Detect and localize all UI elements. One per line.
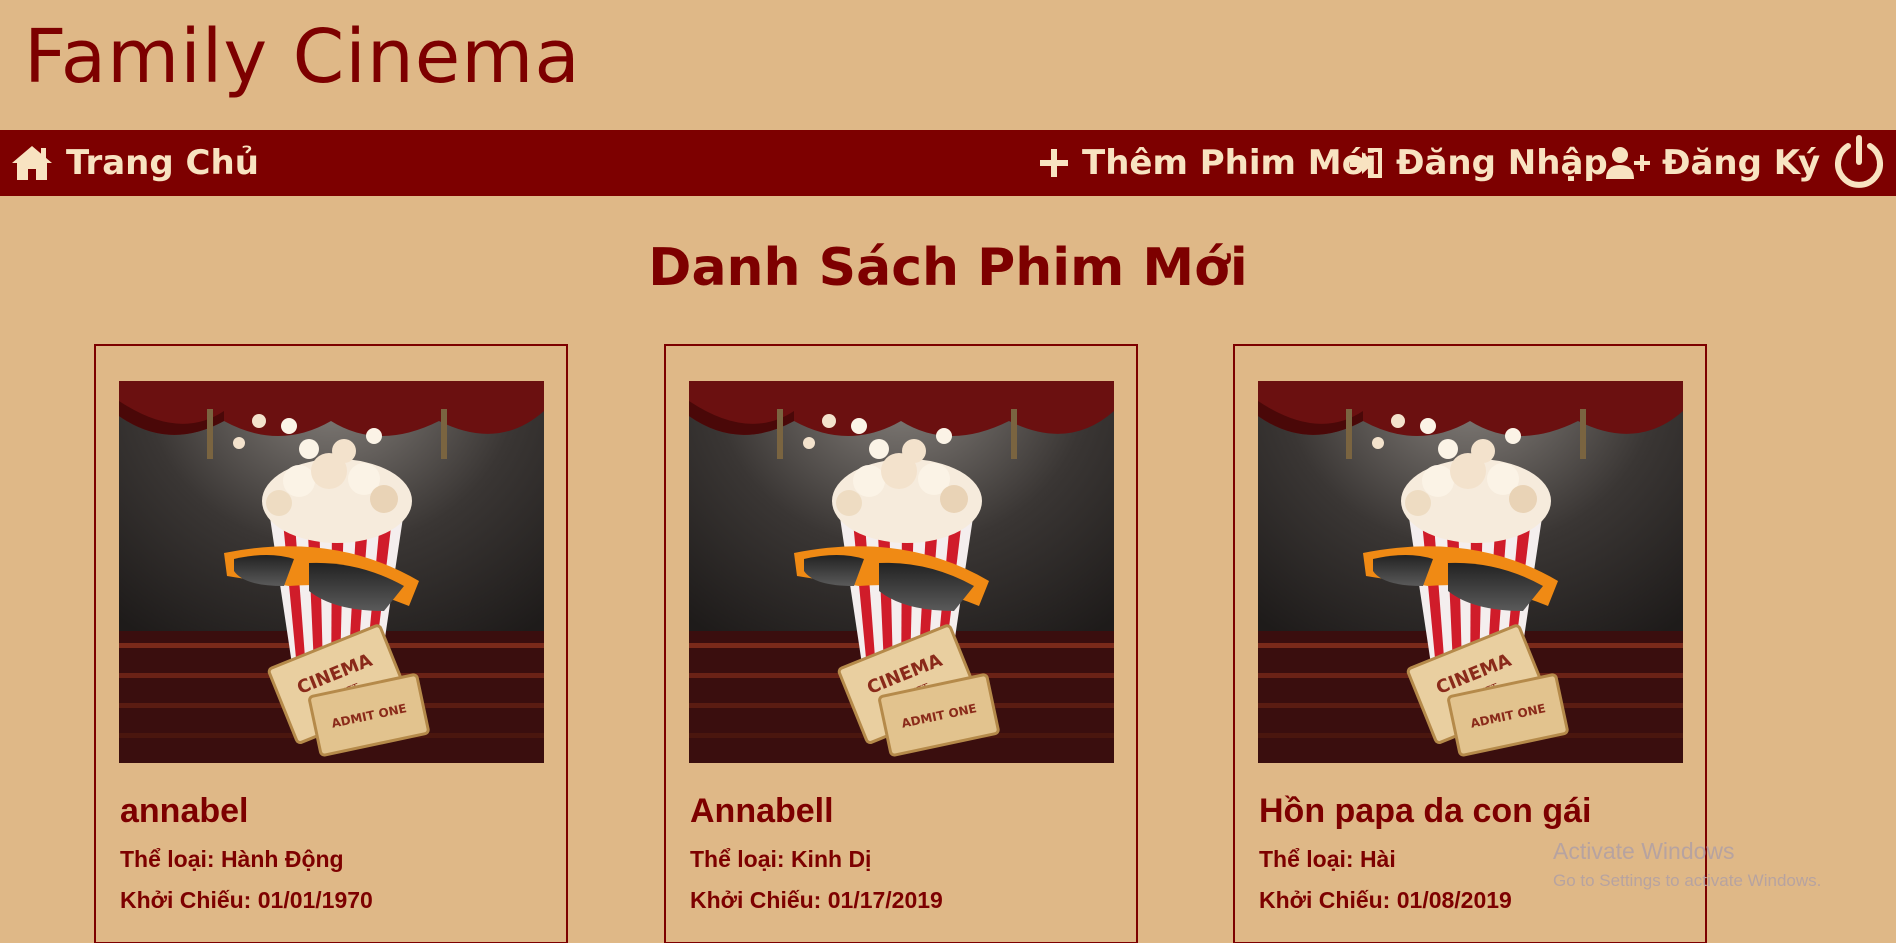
logout-button[interactable] bbox=[1830, 130, 1888, 196]
page-heading: Danh Sách Phim Mới bbox=[648, 238, 1248, 298]
nav-home-label: Trang Chủ bbox=[66, 143, 259, 183]
home-icon bbox=[10, 143, 54, 183]
power-icon bbox=[1830, 134, 1888, 192]
movie-genre: Thể loại: Kinh Dị bbox=[690, 846, 872, 872]
navbar: Trang Chủ Thêm Phim Mới Đăng Nhập Đăng K… bbox=[0, 130, 1896, 196]
nav-home-link[interactable]: Trang Chủ bbox=[10, 130, 259, 196]
movie-release-date: Khởi Chiếu: 01/01/1970 bbox=[120, 887, 373, 913]
watermark-subtitle: Go to Settings to activate Windows. bbox=[1553, 871, 1822, 890]
movie-release-date: Khởi Chiếu: 01/08/2019 bbox=[1259, 887, 1512, 913]
movie-title[interactable]: Annabell bbox=[690, 792, 1130, 831]
nav-login-link[interactable]: Đăng Nhập bbox=[1348, 130, 1608, 196]
activate-windows-watermark: Activate Windows Go to Settings to activ… bbox=[1553, 838, 1821, 891]
site-title[interactable]: Family Cinema bbox=[24, 14, 581, 100]
movie-title[interactable]: annabel bbox=[120, 792, 560, 831]
nav-add-movie-link[interactable]: Thêm Phim Mới bbox=[1038, 130, 1377, 196]
movie-card[interactable]: Annabell Thể loại: Kinh Dị Khởi Chiếu: 0… bbox=[664, 344, 1138, 943]
nav-register-link[interactable]: Đăng Ký bbox=[1606, 130, 1820, 196]
plus-icon bbox=[1038, 147, 1070, 179]
site-header: Family Cinema bbox=[0, 0, 1896, 130]
movie-poster-image[interactable] bbox=[119, 381, 544, 763]
movie-title[interactable]: Hồn papa da con gái bbox=[1259, 792, 1699, 831]
movie-card[interactable]: annabel Thể loại: Hành Động Khởi Chiếu: … bbox=[94, 344, 568, 943]
movie-genre: Thể loại: Hành Động bbox=[120, 846, 344, 872]
watermark-title: Activate Windows bbox=[1553, 838, 1735, 864]
movie-release-date: Khởi Chiếu: 01/17/2019 bbox=[690, 887, 943, 913]
nav-register-label: Đăng Ký bbox=[1662, 143, 1821, 183]
nav-add-movie-label: Thêm Phim Mới bbox=[1082, 143, 1377, 183]
user-plus-icon bbox=[1606, 146, 1650, 180]
movie-poster-image[interactable] bbox=[689, 381, 1114, 763]
movie-poster-image[interactable] bbox=[1258, 381, 1683, 763]
nav-login-label: Đăng Nhập bbox=[1396, 143, 1608, 183]
sign-in-icon bbox=[1348, 147, 1384, 179]
